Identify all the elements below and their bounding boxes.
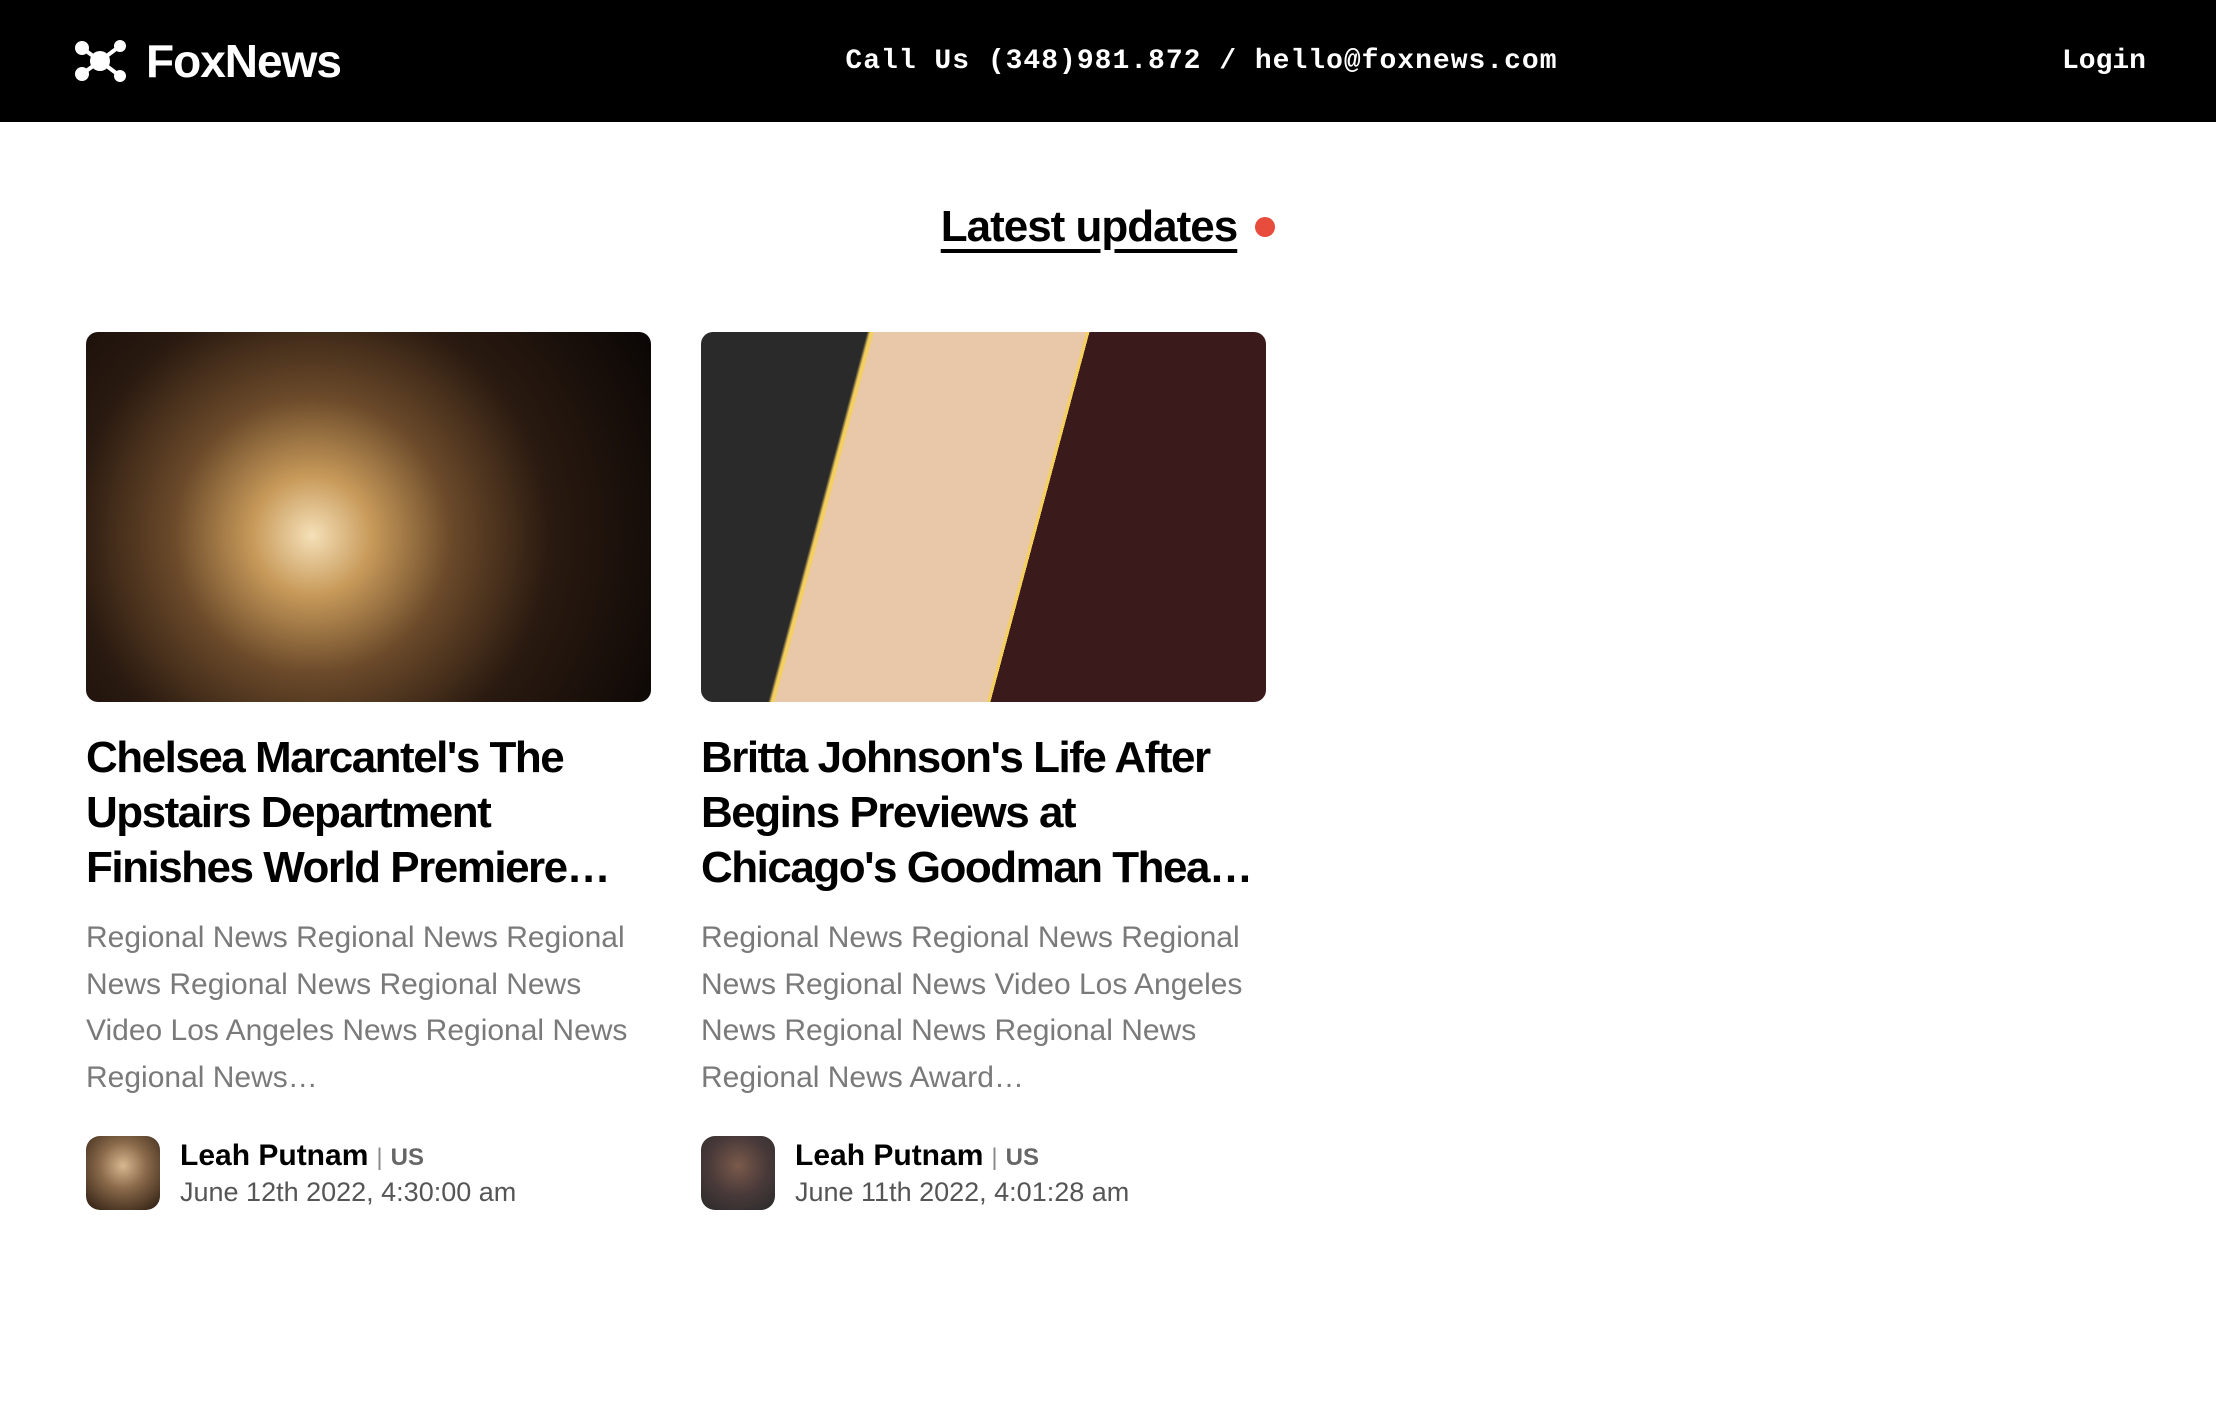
brand-logo[interactable]: FoxNews: [70, 34, 341, 88]
login-button[interactable]: Login: [2062, 46, 2146, 77]
author-separator: |: [376, 1144, 382, 1172]
author-row: Leah Putnam | US June 11th 2022, 4:01:28…: [701, 1136, 1266, 1210]
articles-list: Chelsea Marcantel's The Upstairs Departm…: [0, 332, 2216, 1210]
section-title: Latest updates: [941, 202, 1238, 252]
brand-name: FoxNews: [146, 34, 341, 88]
contact-info: Call Us (348)981.872 / hello@foxnews.com: [845, 46, 1557, 77]
site-header: FoxNews Call Us (348)981.872 / hello@fox…: [0, 0, 2216, 122]
logo-icon: [70, 36, 130, 86]
author-avatar: [701, 1136, 775, 1210]
author-name: Leah Putnam: [795, 1139, 983, 1173]
article-title: Britta Johnson's Life After Begins Previ…: [701, 730, 1266, 895]
article-thumbnail: [86, 332, 651, 702]
article-title: Chelsea Marcantel's The Upstairs Departm…: [86, 730, 651, 895]
author-name-row: Leah Putnam | US: [795, 1139, 1129, 1173]
article-card[interactable]: Britta Johnson's Life After Begins Previ…: [701, 332, 1266, 1210]
author-row: Leah Putnam | US June 12th 2022, 4:30:00…: [86, 1136, 651, 1210]
section-header: Latest updates: [0, 202, 2216, 252]
article-card[interactable]: Chelsea Marcantel's The Upstairs Departm…: [86, 332, 651, 1210]
author-name-row: Leah Putnam | US: [180, 1139, 516, 1173]
author-region: US: [1006, 1144, 1039, 1172]
author-name: Leah Putnam: [180, 1139, 368, 1173]
article-summary: Regional News Regional News Regional New…: [86, 915, 651, 1101]
article-thumbnail: [701, 332, 1266, 702]
author-info: Leah Putnam | US June 12th 2022, 4:30:00…: [180, 1139, 516, 1208]
author-info: Leah Putnam | US June 11th 2022, 4:01:28…: [795, 1139, 1129, 1208]
article-date: June 12th 2022, 4:30:00 am: [180, 1177, 516, 1208]
article-date: June 11th 2022, 4:01:28 am: [795, 1177, 1129, 1208]
author-region: US: [391, 1144, 424, 1172]
author-separator: |: [991, 1144, 997, 1172]
live-indicator-icon: [1255, 217, 1275, 237]
author-avatar: [86, 1136, 160, 1210]
article-summary: Regional News Regional News Regional New…: [701, 915, 1266, 1101]
